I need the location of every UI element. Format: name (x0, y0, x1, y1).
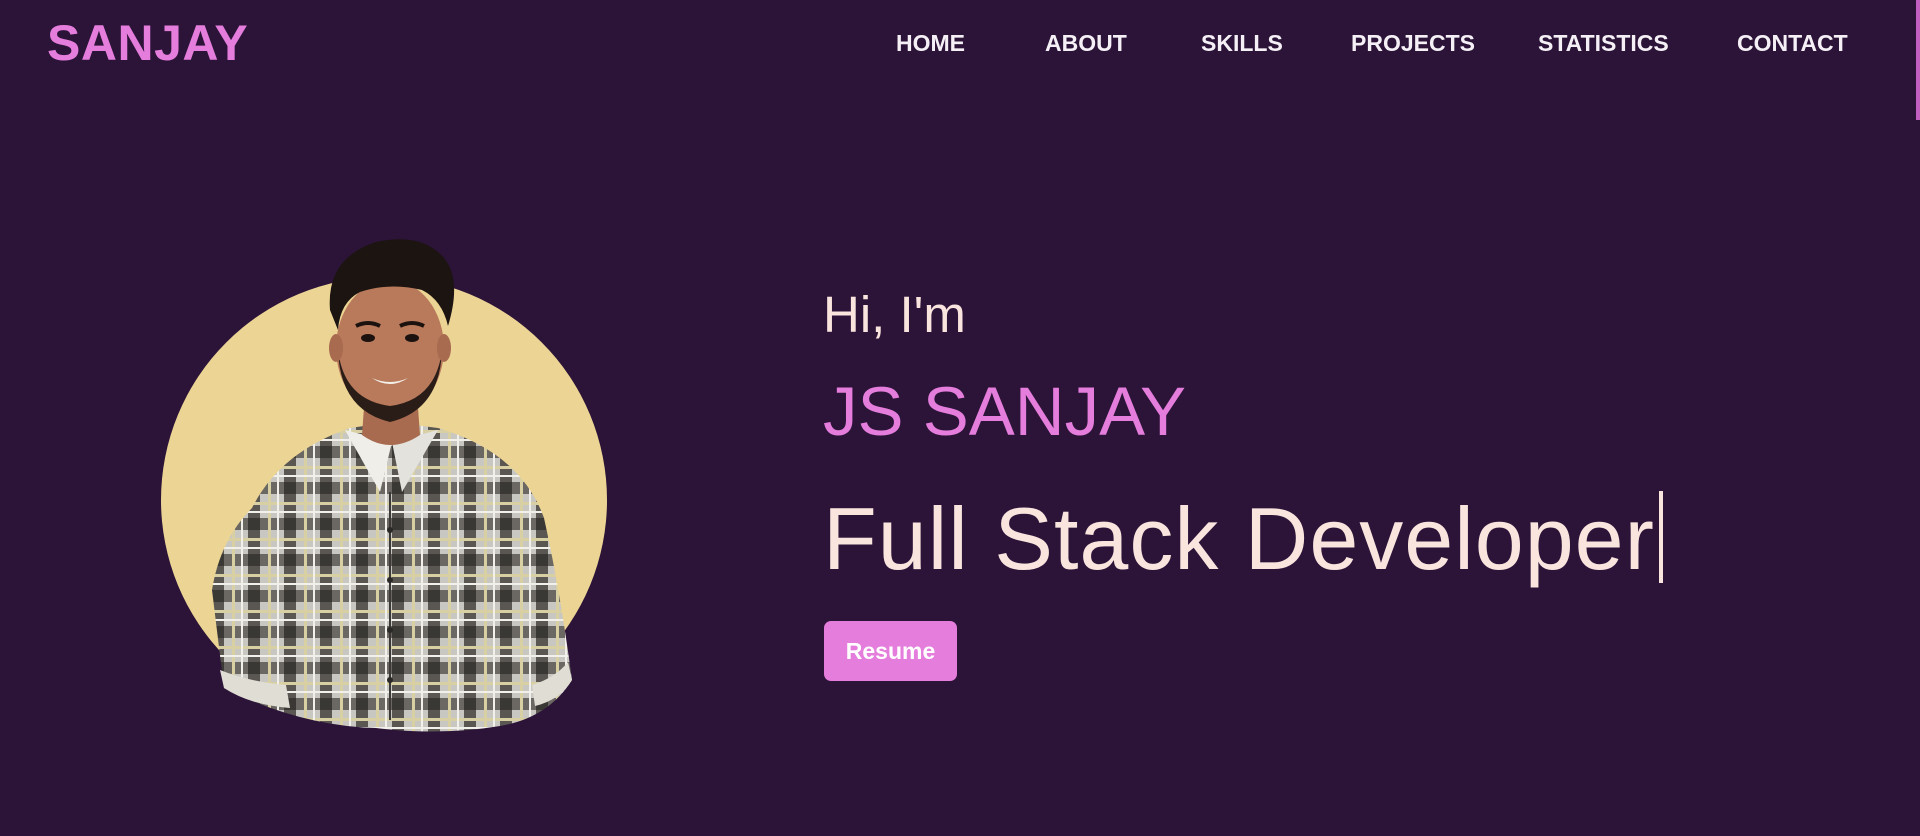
nav-links: HOME ABOUT SKILLS PROJECTS STATISTICS CO… (0, 30, 1920, 60)
hero-role: Full Stack Developer (823, 489, 1655, 588)
resume-button[interactable]: Resume (824, 621, 957, 681)
profile-photo (140, 230, 620, 740)
nav-link-about[interactable]: ABOUT (1045, 30, 1127, 57)
hero-name: JS SANJAY (823, 373, 1186, 450)
nav-link-contact[interactable]: CONTACT (1737, 30, 1848, 57)
hero-role-wrapper: Full Stack Developer (823, 488, 1663, 590)
nav-link-skills[interactable]: SKILLS (1201, 30, 1283, 57)
typing-cursor (1658, 491, 1663, 583)
person-portrait-icon (161, 239, 607, 732)
navbar: SANJAY HOME ABOUT SKILLS PROJECTS STATIS… (0, 0, 1920, 120)
hero-greeting: Hi, I'm (823, 286, 966, 343)
nav-link-statistics[interactable]: STATISTICS (1538, 30, 1669, 57)
scroll-indicator[interactable] (1916, 0, 1920, 120)
nav-link-home[interactable]: HOME (896, 30, 965, 57)
nav-link-projects[interactable]: PROJECTS (1351, 30, 1475, 57)
